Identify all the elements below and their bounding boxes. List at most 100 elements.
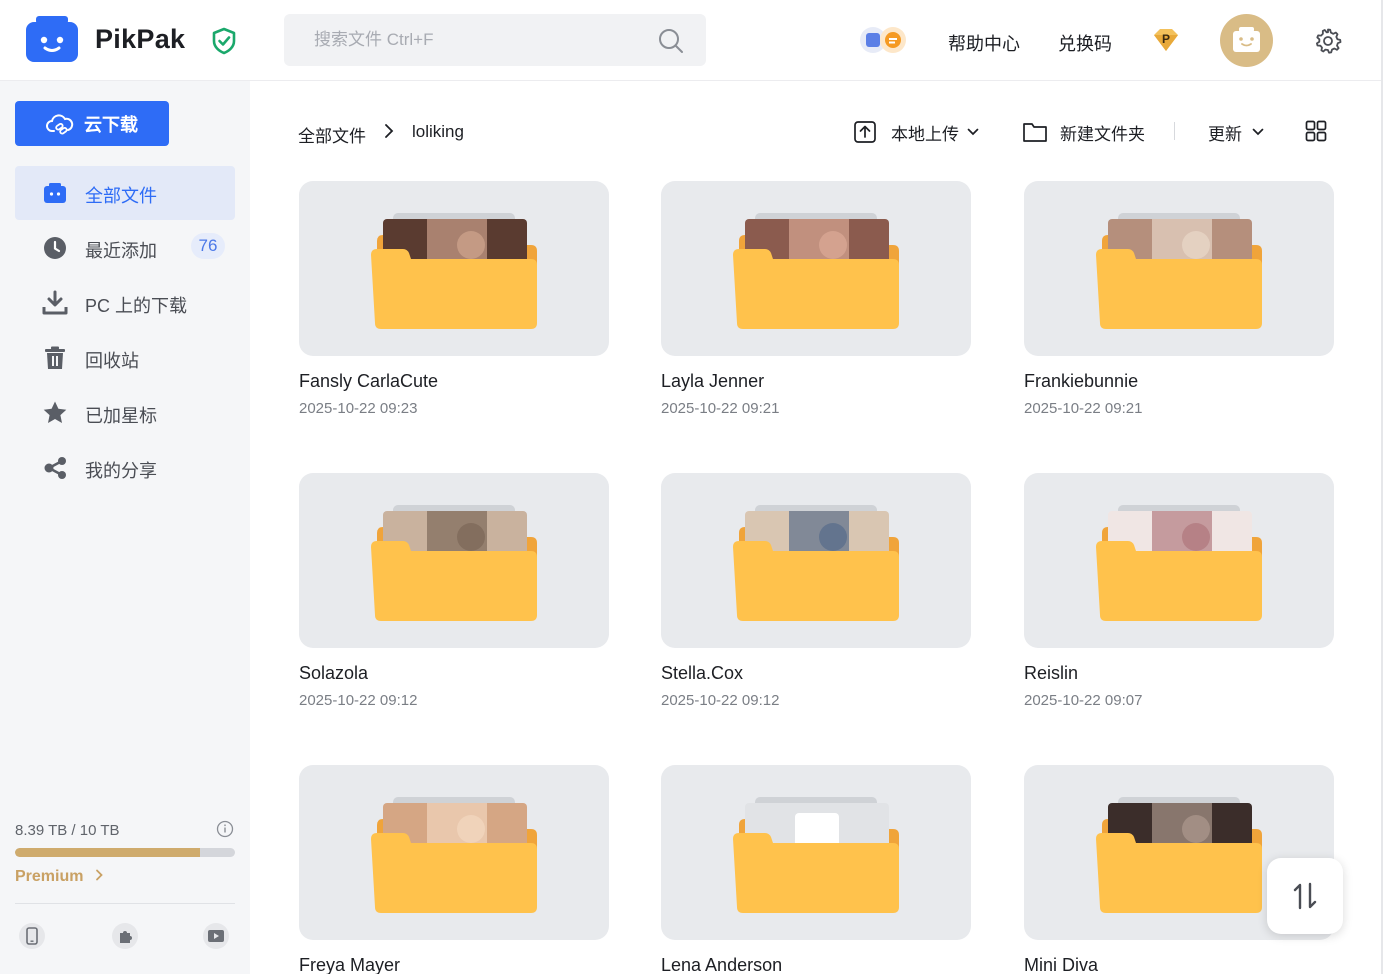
avatar-face-icon [1233,27,1260,52]
top-header: PikPak 帮助中心 兑换码 P [0,0,1383,81]
folder-name[interactable]: Solazola [299,663,368,684]
breadcrumb-root[interactable]: 全部文件 [298,122,366,147]
folder-icon [1096,213,1262,329]
folder-icon [371,797,537,913]
folder-thumbnail[interactable] [1024,473,1334,648]
folder-card[interactable]: Frankiebunnie 2025-10-22 09:21 [1024,181,1334,417]
phone-icon[interactable] [19,923,45,949]
premium-badge-letter: P [1162,32,1170,46]
upload-button[interactable]: 本地上传 [853,118,979,146]
upload-label: 本地上传 [891,124,959,144]
new-folder-button[interactable]: 新建文件夹 [1022,118,1145,146]
sidebar-item-recent[interactable]: 最近添加 76 [15,221,235,275]
sidebar-item-label: PC 上的下载 [85,296,188,316]
folder-date: 2025-10-22 09:21 [1024,400,1143,417]
folder-name[interactable]: Stella.Cox [661,663,743,684]
folder-card[interactable]: Lena Anderson [661,765,971,974]
puzzle-icon[interactable] [112,923,138,949]
storage-progress-fill [15,848,200,857]
sidebar: 云下载 全部文件 最近添加 76 PC 上的下载 回收站 已加星标 我的分享 8… [0,81,250,974]
chevron-down-icon [967,128,979,136]
sort-dropdown[interactable]: 更新 [1208,118,1264,146]
folder-card[interactable]: Reislin 2025-10-22 09:07 [1024,473,1334,709]
star-icon [43,401,67,423]
premium-link-label: Premium [15,868,84,885]
folder-name[interactable]: Lena Anderson [661,955,782,974]
folder-thumbnail[interactable] [299,181,609,356]
redeem-code-link[interactable]: 兑换码 [1058,30,1112,56]
folder-thumbnail[interactable] [661,181,971,356]
sidebar-item-label: 已加星标 [85,406,157,426]
info-icon[interactable] [216,820,234,838]
chevron-right-icon [96,869,103,881]
folder-icon [733,797,899,913]
sidebar-item-trash[interactable]: 回收站 [15,331,235,385]
sidebar-item-my-shares[interactable]: 我的分享 [15,441,235,495]
folder-date: 2025-10-22 09:12 [299,692,418,709]
storage-usage-text: 8.39 TB / 10 TB [15,822,120,839]
app-name[interactable]: PikPak [95,24,185,55]
breadcrumb-chevron-icon [385,124,394,138]
folder-name[interactable]: Reislin [1024,663,1078,684]
toolbar-separator [1174,122,1175,140]
folder-thumbnail[interactable] [661,765,971,940]
trash-icon [45,346,65,369]
folder-name[interactable]: Frankiebunnie [1024,371,1138,392]
folder-name[interactable]: Freya Mayer [299,955,400,974]
sort-label: 更新 [1208,124,1242,144]
premium-link[interactable]: Premium [15,868,104,886]
cloud-link-icon [46,113,74,134]
folder-card[interactable]: Layla Jenner 2025-10-22 09:21 [661,181,971,417]
folder-date: 2025-10-22 09:12 [661,692,780,709]
folder-name[interactable]: Layla Jenner [661,371,764,392]
sidebar-item-label: 回收站 [85,351,139,371]
folder-icon [1096,797,1262,913]
sort-arrows-icon [1293,882,1317,910]
premium-badge-icon[interactable]: P [1151,27,1181,53]
clock-icon [44,237,66,259]
folder-icon [371,505,537,621]
folder-card[interactable]: Freya Mayer [299,765,609,974]
new-folder-icon [1023,123,1047,142]
folder-date: 2025-10-22 09:23 [299,400,418,417]
search-input[interactable] [284,14,644,66]
folder-thumbnail[interactable] [661,473,971,648]
folder-name[interactable]: Fansly CarlaCute [299,371,438,392]
shield-check-icon[interactable] [211,27,237,55]
storage-progress-bar [15,848,235,857]
download-icon [42,290,68,315]
folder-thumbnail[interactable] [299,765,609,940]
sidebar-item-label: 我的分享 [85,461,157,481]
folder-card[interactable]: Fansly CarlaCute 2025-10-22 09:23 [299,181,609,417]
gear-icon[interactable] [1314,27,1342,55]
search-box[interactable] [284,14,706,66]
folder-thumbnail[interactable] [1024,181,1334,356]
folder-icon [733,213,899,329]
cloud-download-button[interactable]: 云下载 [15,101,169,146]
avatar[interactable] [1220,14,1273,67]
sort-toggle-button[interactable] [1267,858,1343,934]
grid-view-icon[interactable] [1305,120,1327,142]
folder-icon [1096,505,1262,621]
help-center-link[interactable]: 帮助中心 [948,30,1020,56]
folder-icon [44,183,66,203]
folder-date: 2025-10-22 09:07 [1024,692,1143,709]
folder-card[interactable]: Stella.Cox 2025-10-22 09:12 [661,473,971,709]
recent-count-badge: 76 [191,233,225,259]
sidebar-item-pc-downloads[interactable]: PC 上的下载 [15,276,235,330]
upload-icon [854,121,876,143]
promo-icon[interactable] [858,25,910,55]
pikpak-logo-icon[interactable] [26,16,78,62]
folder-thumbnail[interactable] [299,473,609,648]
video-icon[interactable] [203,923,229,949]
sidebar-item-all-files[interactable]: 全部文件 [15,166,235,220]
folder-icon [371,213,537,329]
sidebar-divider [15,903,235,904]
share-icon [44,457,66,479]
chevron-down-icon [1252,128,1264,136]
folder-name[interactable]: Mini Diva [1024,955,1098,974]
sidebar-item-starred[interactable]: 已加星标 [15,386,235,440]
folder-icon [733,505,899,621]
search-icon[interactable] [658,28,684,54]
folder-card[interactable]: Solazola 2025-10-22 09:12 [299,473,609,709]
